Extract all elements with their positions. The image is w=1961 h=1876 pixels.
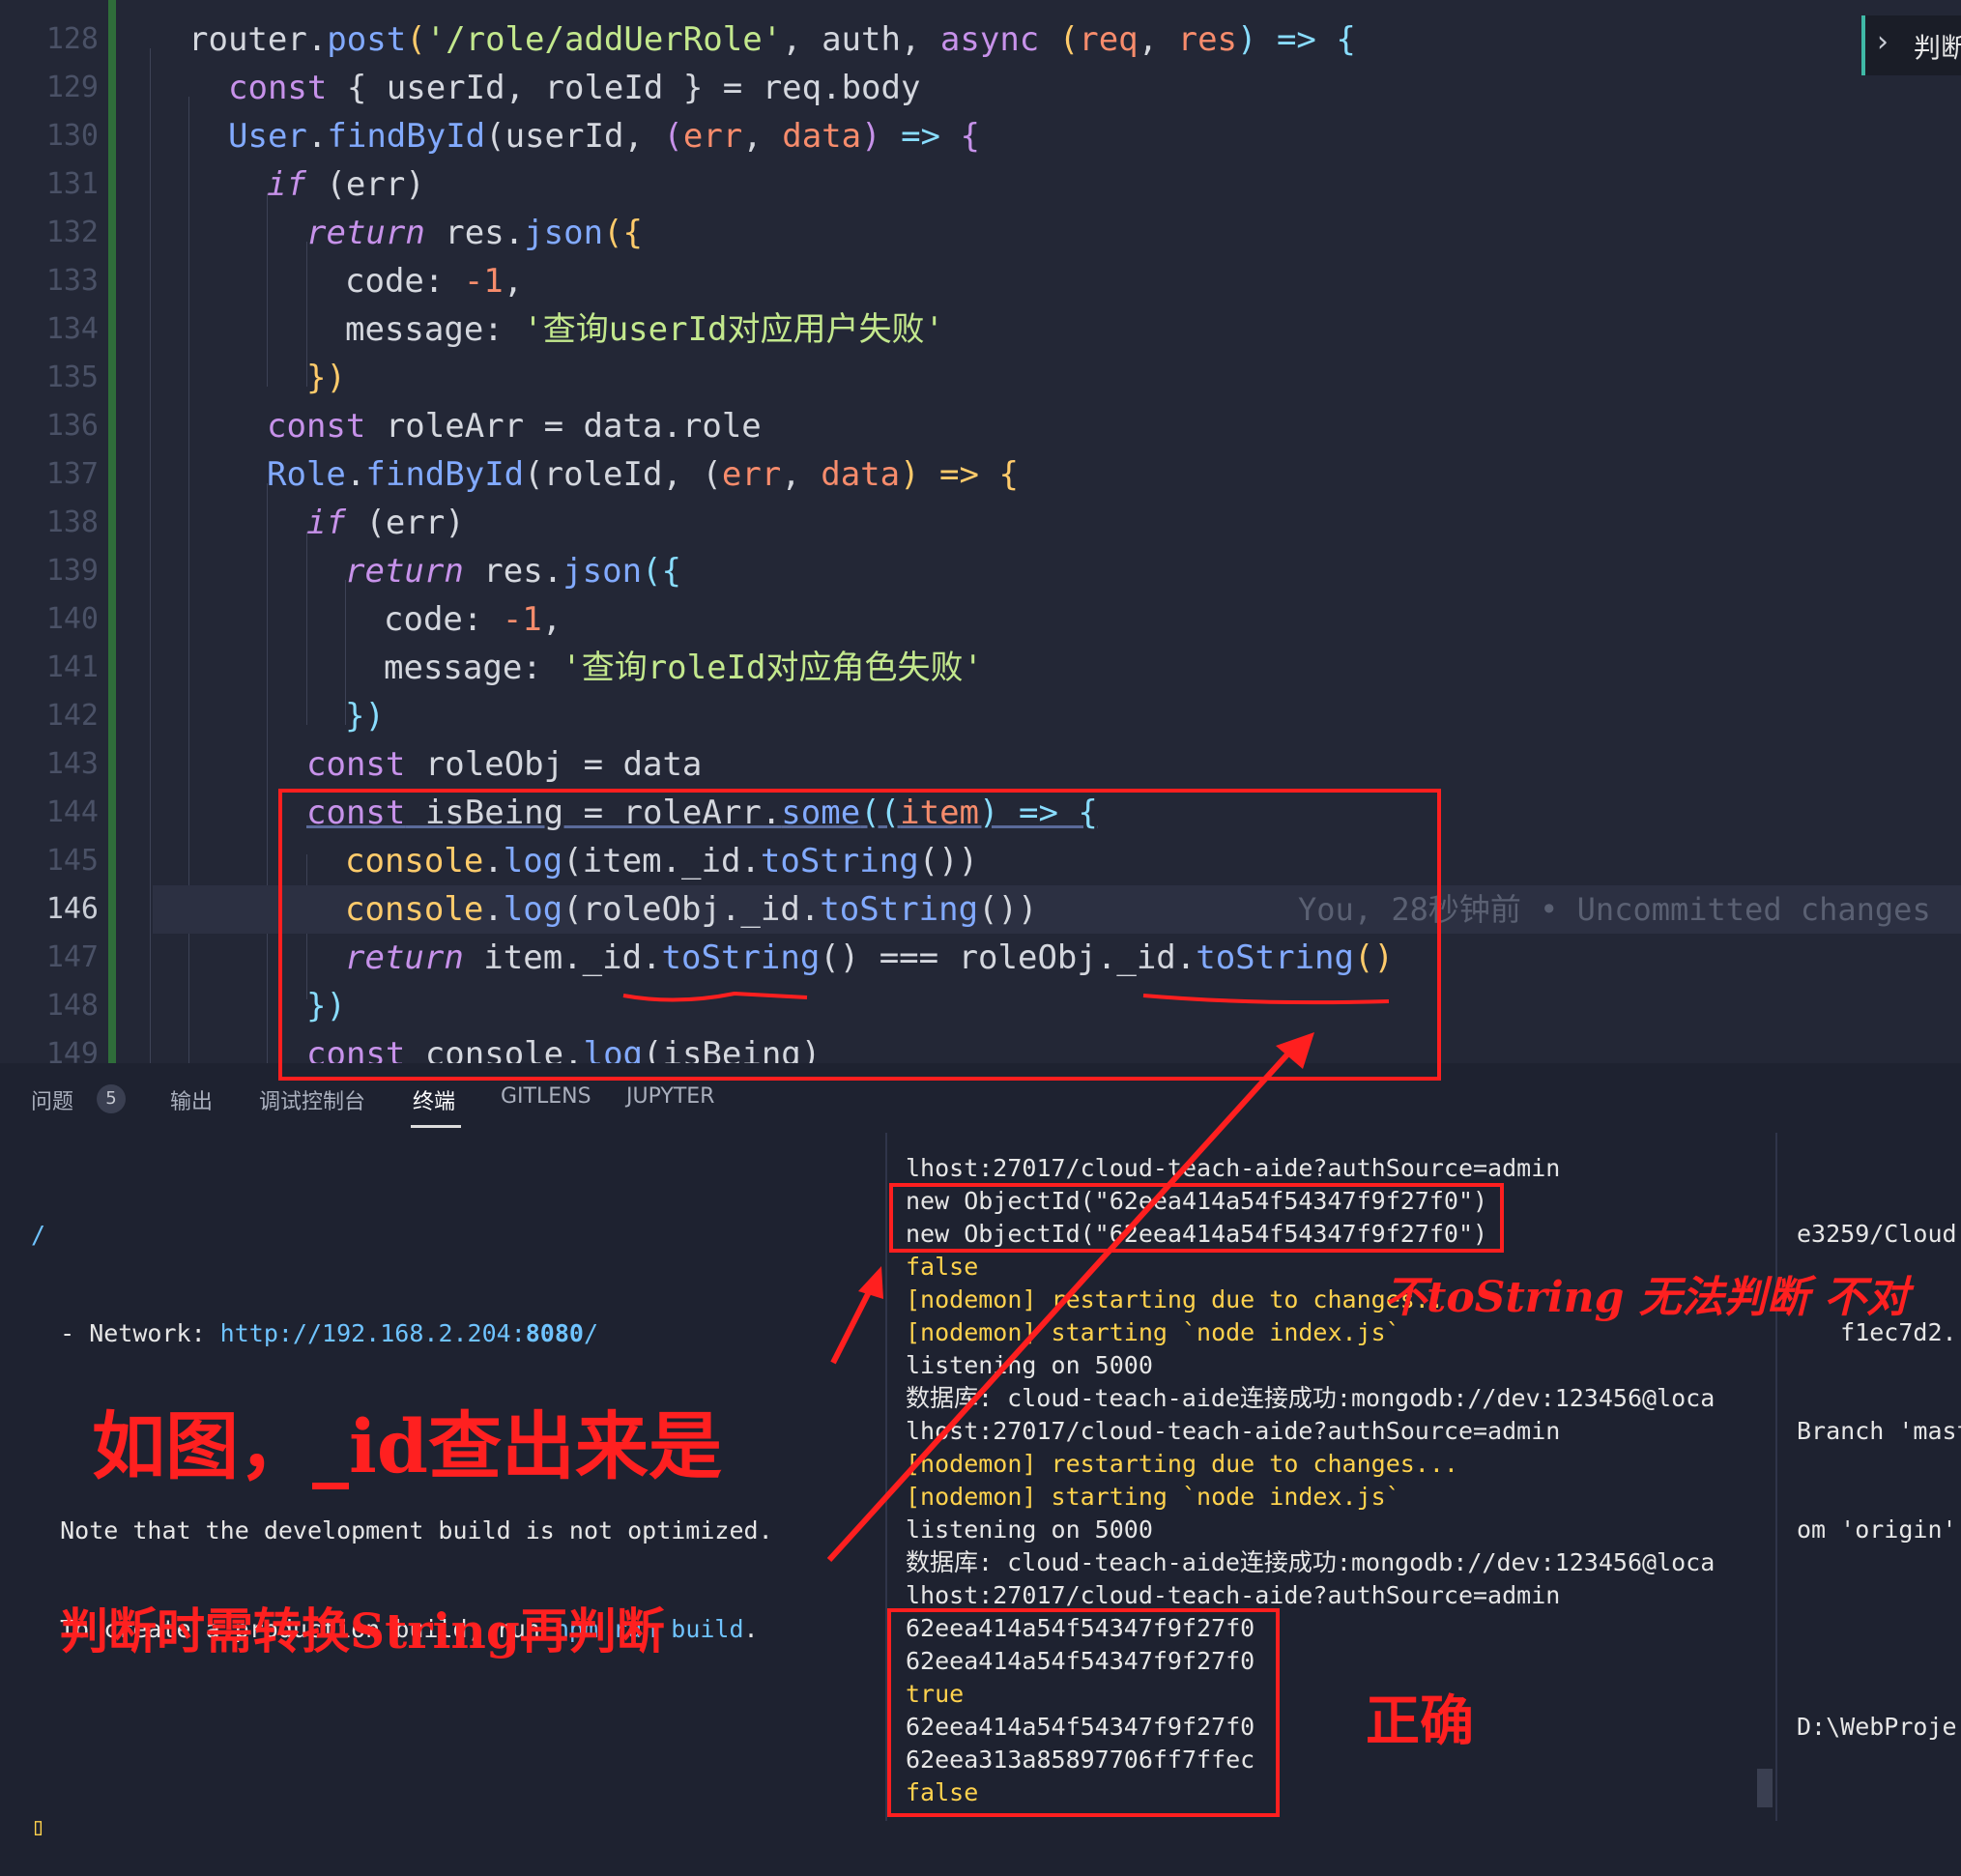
line-number: 130 [45, 119, 99, 153]
tab-jupyter[interactable]: JUPYTER [626, 1084, 714, 1109]
terminal-line: / [31, 1221, 46, 1249]
terminal-line: om 'origin' [1797, 1515, 1957, 1544]
terminal-line: - Network: http://192.168.2.204:8080/ [31, 1319, 599, 1347]
annotation-box-code [278, 789, 1441, 1081]
terminal-line: 数据库: cloud-teach-aide连接成功:mongodb://dev:… [906, 1548, 1716, 1576]
annotation-note-3: 不toString 无法判断 不对 [1384, 1273, 1910, 1322]
code-line[interactable]: 131 if (err) [0, 160, 1961, 209]
code-text: return res.json({ [345, 552, 682, 591]
annotation-box-correct [887, 1608, 1280, 1817]
annotation-box-objectid [889, 1183, 1504, 1253]
code-line[interactable]: 141 message: '查询roleId对应角色失败' [0, 644, 1961, 692]
line-number: 143 [45, 747, 99, 781]
terminal-line: Branch 'mast [1797, 1417, 1961, 1445]
terminal-line: lhost:27017/cloud-teach-aide?authSource=… [906, 1154, 1561, 1182]
code-line[interactable]: 138 if (err) [0, 499, 1961, 547]
line-number: 133 [45, 264, 99, 298]
code-line[interactable]: 133 code: -1, [0, 257, 1961, 305]
code-text: Role.findById(roleId, (err, data) => { [267, 455, 1019, 494]
tab-problems[interactable]: 问题 [31, 1084, 73, 1115]
terminal-right-pane[interactable]: e3259/Cloud f1ec7d2. Branch 'mast om 'or… [1797, 1152, 1961, 1776]
terminal-line: [nodemon] restarting due to changes... [906, 1450, 1458, 1478]
line-number: 134 [45, 312, 99, 346]
line-number: 147 [45, 940, 99, 974]
code-line[interactable]: 142 }) [0, 692, 1961, 740]
problems-count-badge: 5 [97, 1084, 126, 1113]
code-text: const roleArr = data.role [267, 407, 762, 446]
arrow-head-icon [858, 1266, 883, 1299]
code-line[interactable]: 137 Role.findById(roleId, (err, data) =>… [0, 450, 1961, 499]
code-line[interactable]: 139 return res.json({ [0, 547, 1961, 595]
code-text: code: -1, [384, 600, 562, 639]
code-line[interactable]: 132 return res.json({ [0, 209, 1961, 257]
terminal-line: D:\WebProje [1797, 1713, 1957, 1741]
tab-output[interactable]: 输出 [170, 1084, 213, 1115]
terminal-scrollbar[interactable] [1757, 1769, 1773, 1807]
terminal-line: lhost:27017/cloud-teach-aide?authSource=… [906, 1417, 1561, 1445]
chevron-right-icon: › [1877, 25, 1889, 59]
terminal-line: 数据库: cloud-teach-aide连接成功:mongodb://dev:… [906, 1384, 1716, 1412]
code-line[interactable]: 129 const { userId, roleId } = req.body [0, 64, 1961, 112]
code-text: const { userId, roleId } = req.body [228, 69, 921, 107]
code-line[interactable]: 140 code: -1, [0, 595, 1961, 644]
line-number: 144 [45, 795, 99, 829]
line-number: 140 [45, 602, 99, 636]
code-text: if (err) [267, 165, 425, 204]
code-text: if (err) [306, 504, 465, 542]
line-number: 131 [45, 167, 99, 201]
code-line[interactable]: 136 const roleArr = data.role [0, 402, 1961, 450]
terminal-split-divider[interactable] [1775, 1133, 1777, 1821]
line-number: 132 [45, 216, 99, 249]
code-text: router.post('/role/addUerRole', auth, as… [188, 20, 1356, 59]
code-line[interactable]: 128 router.post('/role/addUerRole', auth… [0, 15, 1961, 64]
annotation-note-1: 如图，_id查出来是 [92, 1403, 723, 1489]
terminal-left-pane[interactable]: / - Network: http://192.168.2.204:8080/ … [31, 1153, 773, 1876]
line-number: 142 [45, 699, 99, 733]
line-number: 137 [45, 457, 99, 491]
annotation-note-correct: 正确 [1366, 1689, 1474, 1753]
code-text: }) [306, 359, 346, 397]
line-number: 128 [45, 22, 99, 56]
code-text: const roleObj = data [306, 745, 703, 784]
terminal-cursor: ▯ [31, 1812, 46, 1840]
code-text: message: '查询roleId对应角色失败' [384, 649, 983, 687]
code-line[interactable]: 130 User.findById(userId, (err, data) =>… [0, 112, 1961, 160]
code-line-number-146: 146 [0, 885, 145, 934]
code-line[interactable]: 143 const roleObj = data [0, 740, 1961, 789]
terminal-line: listening on 5000 [906, 1351, 1153, 1379]
code-text: code: -1, [345, 262, 524, 301]
line-number: 136 [45, 409, 99, 443]
annotation-note-2: 判断时需转换String再判断 [60, 1602, 665, 1660]
terminal-line: e3259/Cloud [1797, 1220, 1957, 1248]
line-number: 149 [45, 1037, 99, 1063]
code-text: User.findById(userId, (err, data) => { [228, 117, 980, 156]
line-number: 148 [45, 989, 99, 1023]
line-number: 141 [45, 650, 99, 684]
line-number: 138 [45, 505, 99, 539]
line-number: 135 [45, 361, 99, 394]
arrow-line [830, 1279, 878, 1365]
tab-terminal[interactable]: 终端 [413, 1084, 455, 1115]
terminal-line: listening on 5000 [906, 1515, 1153, 1544]
terminal-line: Note that the development build is not o… [31, 1516, 773, 1544]
line-number: 146 [45, 892, 99, 926]
code-line[interactable]: 134 message: '查询userId对应用户失败' [0, 305, 1961, 354]
code-text: message: '查询userId对应用户失败' [345, 310, 944, 349]
tab-gitlens[interactable]: GITLENS [501, 1084, 591, 1109]
line-number: 145 [45, 844, 99, 878]
outline-toggle-button[interactable]: › 判断 [1861, 15, 1961, 75]
code-line[interactable]: 135 }) [0, 354, 1961, 402]
code-text: }) [345, 697, 385, 736]
tab-debug-console[interactable]: 调试控制台 [259, 1084, 365, 1115]
terminal-line: lhost:27017/cloud-teach-aide?authSource=… [906, 1581, 1561, 1609]
code-text: return res.json({ [306, 214, 644, 252]
terminal-line: [nodemon] starting `node index.js` [906, 1483, 1400, 1511]
line-number: 129 [45, 71, 99, 104]
active-tab-indicator [411, 1125, 461, 1128]
outline-label: 判断 [1914, 32, 1961, 64]
line-number: 139 [45, 554, 99, 588]
